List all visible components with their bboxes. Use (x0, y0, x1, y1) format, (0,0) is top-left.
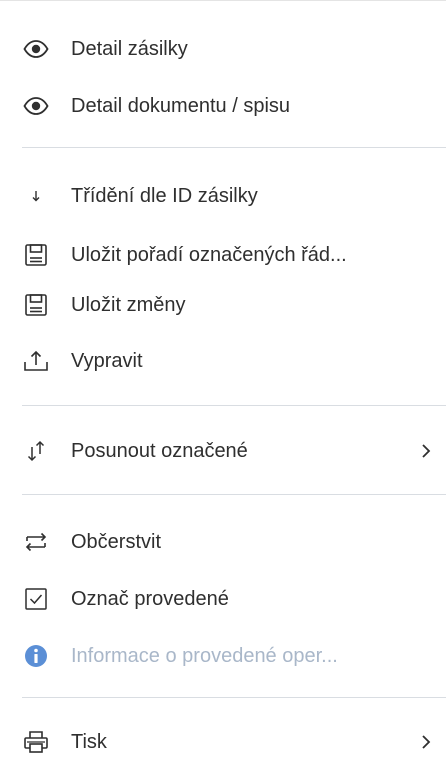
menu-divider (22, 494, 446, 495)
menu-divider (22, 697, 446, 698)
save-icon (22, 241, 50, 269)
menu-divider (22, 147, 446, 148)
upload-icon (22, 347, 50, 375)
menu-item-refresh[interactable]: Občerstvit (0, 514, 446, 570)
menu-item-label: Označ provedené (71, 588, 229, 610)
menu-item-label: Detail zásilky (71, 38, 188, 60)
menu-item-mark-done[interactable]: Označ provedené (0, 571, 446, 627)
menu-item-label: Třídění dle ID zásilky (71, 185, 258, 207)
menu-item-label: Uložit změny (71, 294, 186, 316)
menu-item-label: Tisk (71, 731, 107, 753)
menu-item-detail-zasilky[interactable]: Detail zásilky (0, 21, 446, 77)
menu-item-label: Detail dokumentu / spisu (71, 95, 291, 117)
arrow-down-icon (22, 182, 50, 210)
move-icon (22, 437, 50, 465)
menu-item-detail-dokumentu[interactable]: Detail dokumentu / spisu (0, 78, 446, 134)
menu-item-print[interactable]: Tisk (0, 714, 446, 770)
menu-item-save-changes[interactable]: Uložit změny (0, 277, 446, 333)
eye-icon (22, 35, 50, 63)
chevron-right-icon (418, 732, 434, 752)
menu-item-operation-info: Informace o provedené oper... (0, 628, 446, 684)
menu-item-label: Informace o provedené oper... (71, 645, 338, 667)
context-menu: Detail zásilky Detail dokumentu / spisu … (0, 0, 446, 769)
menu-item-move-selected[interactable]: Posunout označené (0, 423, 446, 479)
save-icon (22, 291, 50, 319)
print-icon (22, 728, 50, 756)
chevron-right-icon (418, 441, 434, 461)
menu-item-dispatch[interactable]: Vypravit (0, 333, 446, 389)
menu-divider (22, 405, 446, 406)
menu-item-label: Uložit pořadí označených řád... (71, 244, 347, 266)
menu-item-label: Vypravit (71, 350, 143, 372)
refresh-icon (22, 528, 50, 556)
menu-item-save-order[interactable]: Uložit pořadí označených řád... (0, 227, 446, 283)
menu-item-label: Občerstvit (71, 531, 162, 553)
info-icon (22, 642, 50, 670)
menu-item-sort-by-id[interactable]: Třídění dle ID zásilky (0, 168, 446, 224)
eye-icon (22, 92, 50, 120)
checkbox-icon (22, 585, 50, 613)
menu-item-label: Posunout označené (71, 440, 248, 462)
